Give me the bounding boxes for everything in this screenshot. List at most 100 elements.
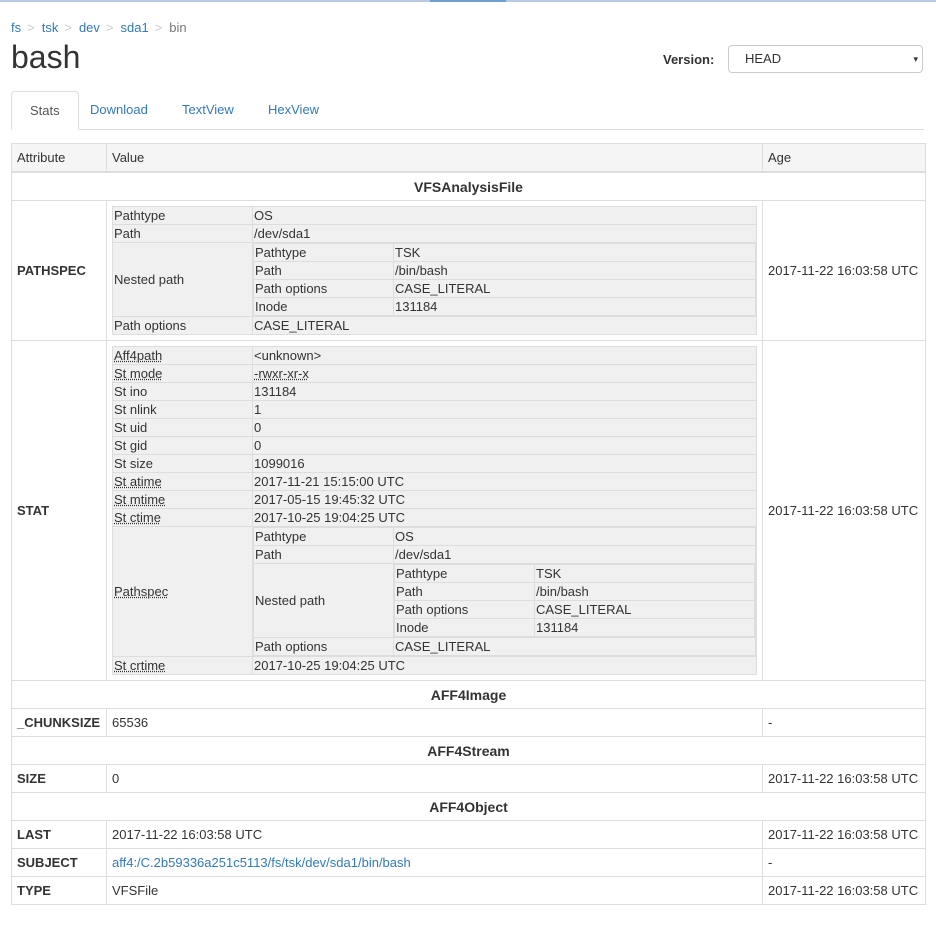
attribute-name: SIZE [11,764,107,793]
table-row-subject: SUBJECT aff4:/C.2b59336a251c5113/fs/tsk/… [11,848,926,877]
field-key: Inode [253,297,394,316]
table-row: Path options CASE_LITERAL [253,637,756,656]
field-key: Path [253,545,394,564]
attribute-value: aff4:/C.2b59336a251c5113/fs/tsk/dev/sda1… [106,848,763,877]
tab-hexview[interactable]: HexView [250,91,337,129]
table-row-stat: STAT Aff4path <unknown> St mode -rwxr-xr-x… [11,340,926,681]
attribute-age: 2017-11-22 16:03:58 UTC [762,200,926,341]
table-row: St uid 0 [112,418,757,437]
table-row: Inode 131184 [253,297,756,316]
field-key: Path options [394,600,535,619]
version-label: Version: [663,52,715,67]
table-row: St nlink 1 [112,400,757,419]
field-value: 0 [252,418,757,437]
field-value: CASE_LITERAL [393,279,756,298]
field-key: Pathtype [394,564,535,583]
table-row: Path options CASE_LITERAL [253,279,756,298]
attribute-value: VFSFile [106,876,763,905]
top-scroll-thumb[interactable] [430,0,506,2]
tab-download[interactable]: Download [72,91,166,129]
field-value: /dev/sda1 [252,224,757,243]
breadcrumb-item-sda1[interactable]: sda1 [121,20,149,35]
table-row-chunksize: _CHUNKSIZE 65536 - [11,708,926,737]
column-header-value: Value [106,143,763,173]
section-title-aff4image: AFF4Image [11,680,926,709]
field-key: Pathtype [253,527,394,546]
table-row: Aff4path <unknown> [112,346,757,365]
field-value: TSK [393,243,756,262]
field-value: 2017-05-15 19:45:32 UTC [252,490,757,509]
table-row: Path options CASE_LITERAL [112,316,757,335]
breadcrumb-item-dev[interactable]: dev [79,20,100,35]
table-row: Pathtype OS [112,206,757,225]
breadcrumb-separator: > [154,20,163,35]
attribute-value: 0 [106,764,763,793]
tab-textview[interactable]: TextView [164,91,252,129]
tab-stats[interactable]: Stats [11,91,79,130]
stat-table: Aff4path <unknown> St mode -rwxr-xr-x St i… [112,346,757,675]
attribute-value: 65536 [106,708,763,737]
field-value: 131184 [252,382,757,401]
attribute-age: 2017-11-22 16:03:58 UTC [762,820,926,849]
field-value: 131184 [393,297,756,316]
field-value: OS [393,527,756,546]
field-value: -rwxr-xr-x [252,364,757,383]
subject-link[interactable]: aff4:/C.2b59336a251c5113/fs/tsk/dev/sda1… [112,855,411,870]
breadcrumb-item-tsk[interactable]: tsk [42,20,59,35]
field-key-text: Aff4path [114,348,163,363]
table-row: St mode -rwxr-xr-x [112,364,757,383]
table-row: Inode 131184 [394,618,755,637]
field-key: Path [253,261,394,280]
section-title-aff4object: AFF4Object [11,792,926,821]
table-row: Nested path Pathtype TSK Path/bin/bash Pa… [253,563,756,638]
table-row: Path options CASE_LITERAL [394,600,755,619]
table-row-type: TYPE VFSFile 2017-11-22 16:03:58 UTC [11,876,926,905]
table-row: St crtime 2017-10-25 19:04:25 UTC [112,656,757,675]
section-row: VFSAnalysisFile [11,171,926,201]
field-key: Path options [253,637,394,656]
field-key: Path [112,224,253,243]
chevron-down-icon: ▾ [913,54,918,64]
table-row: St size 1099016 [112,454,757,473]
field-value: Pathtype TSK Path/bin/bash Path options CA… [252,242,757,317]
field-key: Path options [253,279,394,298]
table-row: Path/dev/sda1 [112,224,757,243]
column-header-age: Age [762,143,926,173]
table-row: Pathspec Pathtype OS Path/dev/sda1 Nested… [112,526,757,657]
attribute-name: STAT [11,340,107,681]
table-row: St gid 0 [112,436,757,455]
breadcrumb-current: bin [169,20,187,35]
stats-table: Attribute Value Age VFSAnalysisFile PATH… [11,143,926,905]
nested-path-table: Pathtype TSK Path/bin/bash Path options CA… [253,243,756,316]
field-value: OS [252,206,757,225]
field-value: Pathtype OS Path/dev/sda1 Nested path Pat… [252,526,757,657]
version-select[interactable]: HEAD ▾ [728,45,923,73]
breadcrumb-separator: > [105,20,114,35]
breadcrumb-item-fs[interactable]: fs [11,20,21,35]
table-row: St ino 131184 [112,382,757,401]
field-key: St ctime [112,508,253,527]
field-key: St atime [112,472,253,491]
table-row: Nested path Pathtype TSK Path/bin/bash Pa… [112,242,757,317]
field-key: Path options [112,316,253,335]
field-key-text: Pathspec [114,584,169,599]
section-row: AFF4Object [11,792,926,821]
attribute-name: _CHUNKSIZE [11,708,107,737]
field-value: CASE_LITERAL [534,600,755,619]
section-row: AFF4Stream [11,736,926,765]
table-row: Pathtype TSK [253,243,756,262]
field-key: Pathtype [253,243,394,262]
stat-nested-path-table: Pathtype TSK Path/bin/bash Path options CA… [394,564,755,637]
field-key: Pathspec [112,526,253,657]
attribute-age: 2017-11-22 16:03:58 UTC [762,876,926,905]
pathspec-table: Pathtype OS Path/dev/sda1 Nested path Pat… [112,206,757,335]
field-value: /dev/sda1 [393,545,756,564]
field-value: 2017-10-25 19:04:25 UTC [252,656,757,675]
field-key-text: St mode [114,366,163,381]
field-key: Inode [394,618,535,637]
field-key: Path [394,582,535,601]
table-row: St atime 2017-11-21 15:15:00 UTC [112,472,757,491]
attribute-name: SUBJECT [11,848,107,877]
table-row: Pathtype TSK [394,564,755,583]
section-row: AFF4Image [11,680,926,709]
